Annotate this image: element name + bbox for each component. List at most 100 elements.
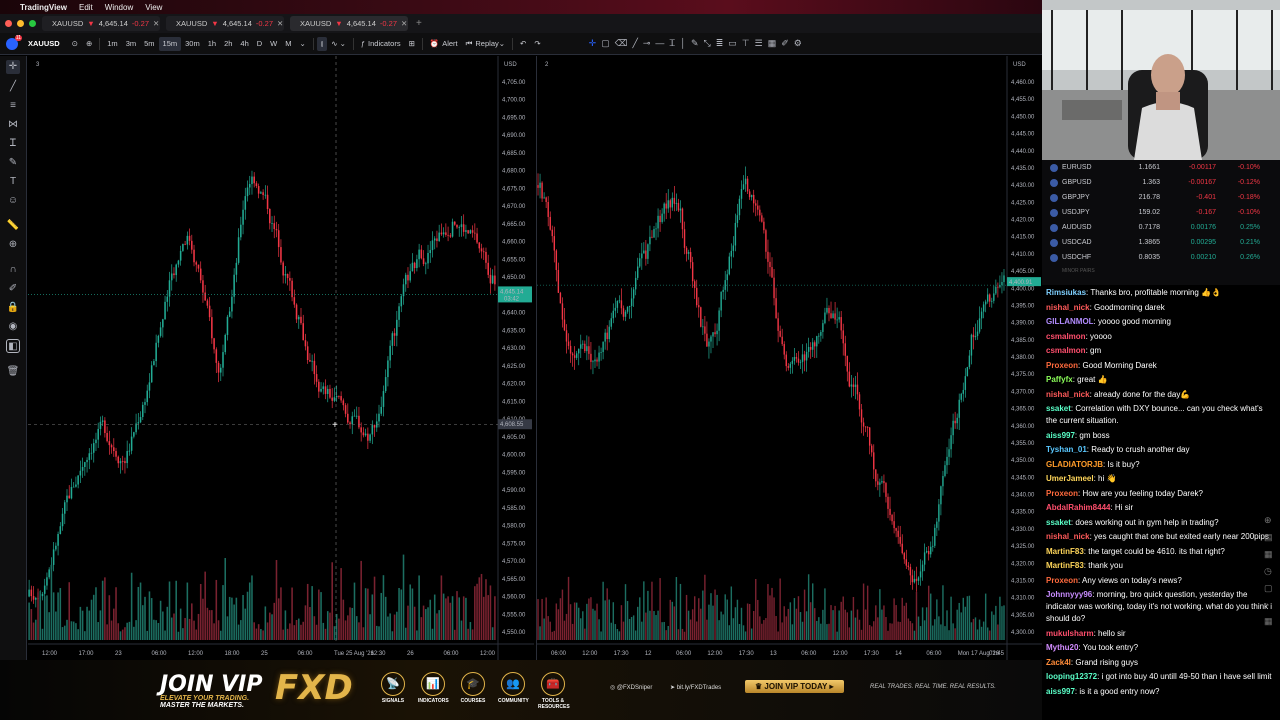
add-symbol-icon[interactable]: ⊕: [82, 33, 96, 54]
cursor-icon[interactable]: ✛: [6, 60, 20, 74]
menu-app[interactable]: TradingView: [20, 3, 67, 12]
interval-1m[interactable]: 1m: [103, 33, 121, 54]
interval-D[interactable]: D: [253, 33, 266, 54]
chat-username[interactable]: csmalmon: [1046, 346, 1086, 355]
chat-username[interactable]: csmalmon: [1046, 332, 1086, 341]
add-icon[interactable]: ⊕: [1264, 515, 1278, 526]
chart-type-icon[interactable]: ∿ ⌄: [327, 33, 350, 54]
avatar[interactable]: 11: [6, 34, 22, 50]
watchlist-row[interactable]: GBPJPY 216.78 -0.401 -0.18%: [1042, 190, 1280, 205]
lock-drawings-icon[interactable]: ✐: [6, 282, 20, 296]
interval-M[interactable]: M: [281, 33, 295, 54]
menu-edit[interactable]: Edit: [79, 3, 93, 12]
chart-right-svg[interactable]: 2 USD 4,460.00 4,455.00 4,450.00 4,445.00 4,44…: [537, 56, 1042, 660]
horizontal-line-icon[interactable]: ―: [655, 38, 664, 49]
chart-left-svg[interactable]: 3 USD 4,705.00 4,700.00 4,695.00 4,690.00 4,68…: [28, 56, 534, 660]
redo-icon[interactable]: ↷: [530, 33, 544, 54]
symbol-search[interactable]: XAUUSD: [28, 39, 60, 48]
menu-view[interactable]: View: [145, 3, 162, 12]
window-minimize-icon[interactable]: [17, 20, 24, 27]
chat-username[interactable]: Proxeon: [1046, 576, 1078, 585]
replay-button[interactable]: ⏮ Replay ⌄: [462, 33, 509, 54]
menu-window[interactable]: Window: [105, 3, 133, 12]
position-icon[interactable]: ⊤: [742, 38, 750, 49]
chat-username[interactable]: Johnnyyy96: [1046, 590, 1092, 599]
trash-icon[interactable]: 🗑: [6, 365, 20, 379]
chat-username[interactable]: AbdalRahim8444: [1046, 503, 1110, 512]
tab-xauusd-1[interactable]: XAUUSD ▼ 4,645.14 -0.27 ✕: [42, 16, 160, 31]
watchlist-row[interactable]: USDJPY 159.02 -0.167 -0.10%: [1042, 205, 1280, 220]
interval-15m[interactable]: 15m: [158, 36, 182, 51]
horizontal-ray-icon[interactable]: ⊸: [643, 38, 651, 49]
eraser-icon[interactable]: ⌫: [615, 38, 628, 49]
chat-username[interactable]: Tyshan_01: [1046, 445, 1087, 454]
chat-icon[interactable]: ▢: [1264, 583, 1278, 594]
interval-3m[interactable]: 3m: [122, 33, 140, 54]
note-icon[interactable]: ▭: [728, 38, 737, 49]
watchlist-row[interactable]: USDCAD 1.3865 0.00295 0.21%: [1042, 235, 1280, 250]
chat-username[interactable]: looping12372: [1046, 672, 1097, 681]
watchlist-row[interactable]: USDCHF 0.8035 0.00210 0.26%: [1042, 250, 1280, 265]
chat-username[interactable]: aiss997: [1046, 687, 1075, 696]
projection-icon[interactable]: Ꮖ: [6, 137, 20, 151]
crosshair-icon[interactable]: ✛: [589, 38, 597, 49]
trendline-icon[interactable]: ╱: [632, 38, 637, 49]
tab-xauusd-2[interactable]: XAUUSD ▼ 4,645.14 -0.27 ✕: [166, 16, 284, 31]
chat-username[interactable]: ssaket: [1046, 518, 1071, 527]
new-tab-icon[interactable]: +: [416, 18, 422, 29]
window-close-icon[interactable]: [5, 20, 12, 27]
interval-dropdown-icon[interactable]: ⌄: [296, 33, 310, 54]
calendar-icon[interactable]: ▦: [1264, 549, 1278, 560]
interval-30m[interactable]: 30m: [181, 33, 204, 54]
brush-icon[interactable]: ✎: [6, 156, 20, 170]
vertical-line-icon[interactable]: │: [680, 38, 686, 49]
chart-pane-right[interactable]: 2 USD 4,460.00 4,455.00 4,450.00 4,445.00 4,44…: [536, 56, 1042, 660]
notification-icon[interactable]: ◔: [1264, 600, 1278, 610]
chat-username[interactable]: aiss997: [1046, 431, 1075, 440]
chat-username[interactable]: nishal_nick: [1046, 390, 1090, 399]
pattern-icon[interactable]: ⋈: [6, 118, 20, 132]
interval-2h[interactable]: 2h: [220, 33, 236, 54]
path-icon[interactable]: ⤡: [704, 38, 711, 49]
tab-xauusd-3[interactable]: XAUUSD ▼ 4,645.14 -0.27 ✕: [290, 16, 408, 31]
grid-icon[interactable]: ▦: [768, 38, 777, 49]
fib-icon[interactable]: ≣: [716, 38, 724, 49]
interval-4h[interactable]: 4h: [236, 33, 252, 54]
watchlist-row[interactable]: AUDUSD 0.7178 0.00176 0.25%: [1042, 220, 1280, 235]
magnet-icon[interactable]: ∩: [6, 263, 20, 277]
list-icon[interactable]: ▤: [1264, 532, 1278, 543]
chat-username[interactable]: Proxeon: [1046, 361, 1078, 370]
brush-icon[interactable]: ✎: [691, 38, 699, 49]
chat-username[interactable]: nishal_nick: [1046, 303, 1090, 312]
chat-username[interactable]: mukulsharm: [1046, 629, 1094, 638]
chat-username[interactable]: Paffyfx: [1046, 375, 1073, 384]
chat-username[interactable]: Mythu20: [1046, 643, 1078, 652]
text-icon[interactable]: Ꮖ: [669, 38, 675, 49]
chat-username[interactable]: Zack4l: [1046, 658, 1071, 667]
chart-pane-left[interactable]: 3 USD 4,705.00 4,700.00 4,695.00 4,690.00 4,68…: [28, 56, 534, 660]
undo-icon[interactable]: ↶: [516, 33, 530, 54]
templates-icon[interactable]: ⊞: [405, 33, 419, 54]
indicators-button[interactable]: ƒ Indicators: [357, 33, 405, 54]
interval-W[interactable]: W: [266, 33, 281, 54]
settings-icon[interactable]: ⚙: [794, 38, 802, 49]
chat-username[interactable]: MartinF83: [1046, 561, 1084, 570]
compare-icon[interactable]: ⊙: [68, 33, 82, 54]
chat-username[interactable]: Rimsiukas: [1046, 288, 1086, 297]
chat-username[interactable]: Proxeon: [1046, 489, 1078, 498]
rectangle-icon[interactable]: ▢: [601, 38, 610, 49]
trendline-icon[interactable]: ╱: [6, 80, 20, 94]
chat-username[interactable]: nishal_nick: [1046, 532, 1090, 541]
window-zoom-icon[interactable]: [29, 20, 36, 27]
interval-5m[interactable]: 5m: [140, 33, 158, 54]
alert-button[interactable]: ⏰ Alert: [426, 33, 462, 54]
zoom-icon[interactable]: ⊕: [6, 238, 20, 252]
fib-retracement-icon[interactable]: ≡: [6, 99, 20, 113]
close-icon[interactable]: ✕: [277, 19, 283, 28]
chat-username[interactable]: GLADIATORJB: [1046, 460, 1103, 469]
interval-1h[interactable]: 1h: [204, 33, 220, 54]
chat-username[interactable]: ssaket: [1046, 404, 1071, 413]
text-icon[interactable]: T: [6, 175, 20, 189]
levels-icon[interactable]: ☰: [755, 38, 763, 49]
apps-icon[interactable]: ▦: [1264, 616, 1278, 627]
